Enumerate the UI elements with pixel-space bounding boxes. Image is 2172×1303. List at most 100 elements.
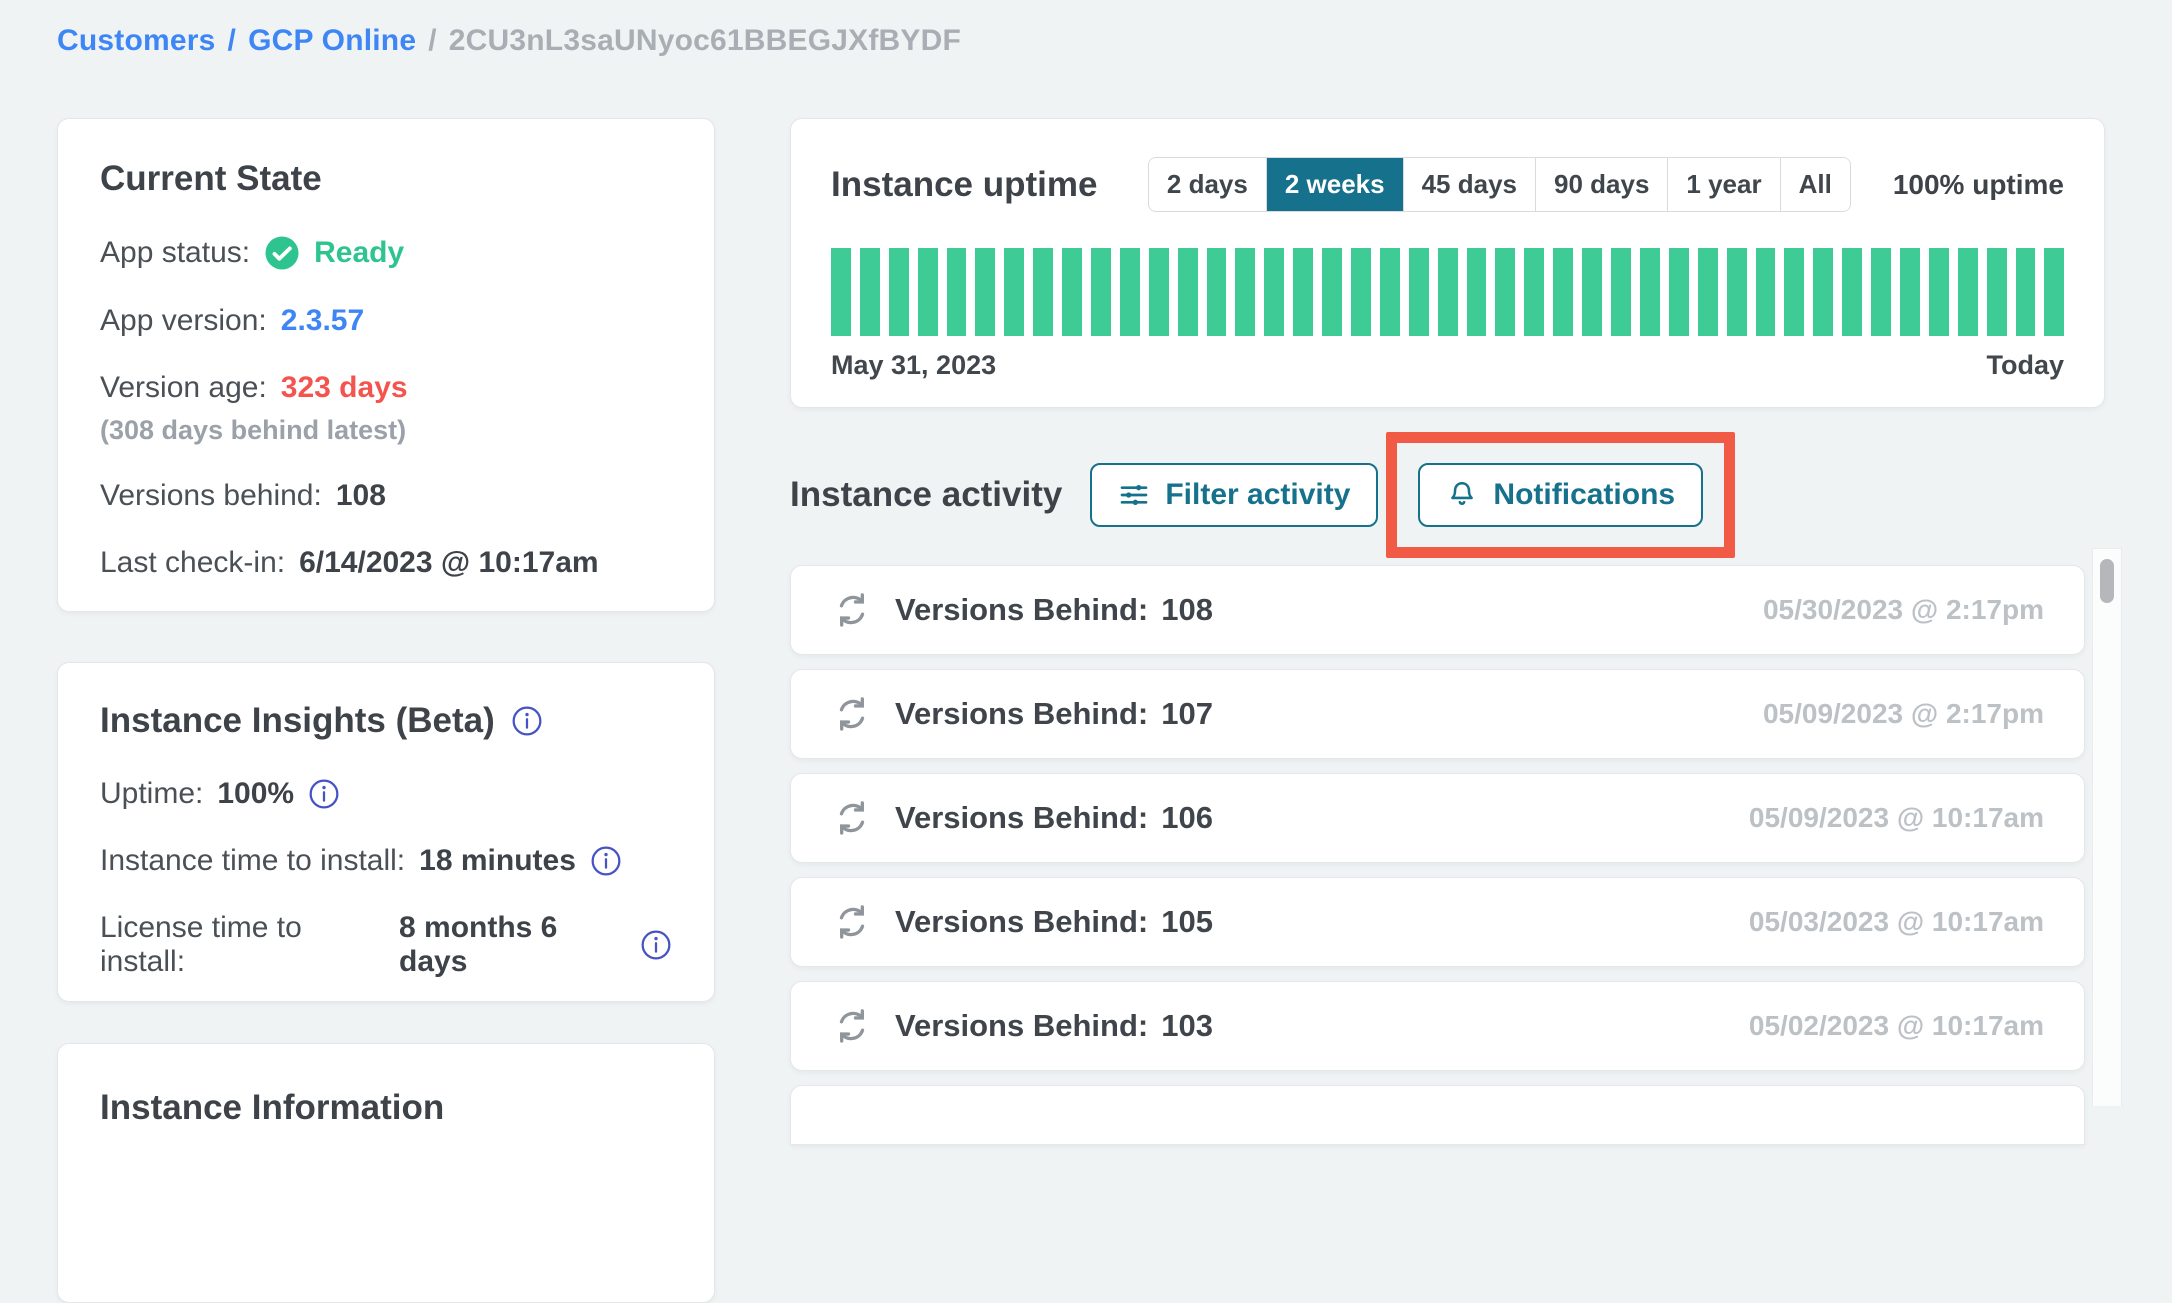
uptime-bar <box>1351 248 1371 336</box>
version-age-value: 323 days <box>281 371 408 405</box>
activity-row-value: 107 <box>1161 696 1213 732</box>
app-version-row: App version: 2.3.57 <box>100 304 672 338</box>
tab-90-days[interactable]: 90 days <box>1535 158 1667 211</box>
uptime-bar <box>1784 248 1804 336</box>
uptime-bar <box>1120 248 1140 336</box>
breadcrumb-customer-link[interactable]: GCP Online <box>248 24 416 58</box>
instance-insights-card: Instance Insights (Beta) Uptime: 100% In… <box>57 662 715 1002</box>
uptime-bar <box>1062 248 1082 336</box>
activity-scrollbar[interactable] <box>2092 548 2122 1106</box>
breadcrumb-separator: / <box>428 24 437 58</box>
versions-behind-label: Versions behind: <box>100 479 322 513</box>
uptime-label: Uptime: <box>100 777 203 811</box>
annotation-highlight: Notifications <box>1386 432 1735 558</box>
chart-end-label: Today <box>1986 350 2064 381</box>
uptime-bar <box>1669 248 1689 336</box>
activity-row[interactable]: Versions Behind: 103 05/02/2023 @ 10:17a… <box>790 981 2085 1071</box>
uptime-bar <box>1640 248 1660 336</box>
activity-row[interactable]: Versions Behind: 106 05/09/2023 @ 10:17a… <box>790 773 2085 863</box>
instance-insights-title: Instance Insights (Beta) <box>100 701 495 741</box>
uptime-bar <box>918 248 938 336</box>
uptime-bar <box>1293 248 1313 336</box>
instance-uptime-title: Instance uptime <box>831 165 1097 205</box>
info-icon[interactable] <box>511 705 543 737</box>
uptime-bar <box>860 248 880 336</box>
uptime-bar <box>1322 248 1342 336</box>
uptime-range-tabs: 2 days 2 weeks 45 days 90 days 1 year Al… <box>1148 157 1851 212</box>
versions-behind-value: 108 <box>336 479 386 513</box>
instance-install-label: Instance time to install: <box>100 844 405 878</box>
uptime-bar <box>2044 248 2064 336</box>
uptime-bar <box>1409 248 1429 336</box>
tab-all[interactable]: All <box>1780 158 1850 211</box>
uptime-bar <box>1698 248 1718 336</box>
app-version-value: 2.3.57 <box>281 304 364 338</box>
uptime-bar <box>1524 248 1544 336</box>
activity-row-timestamp: 05/09/2023 @ 10:17am <box>1749 802 2044 834</box>
uptime-bar <box>1727 248 1747 336</box>
breadcrumb: Customers / GCP Online / 2CU3nL3saUNyoc6… <box>57 24 961 58</box>
uptime-bar <box>1380 248 1400 336</box>
activity-row-label: Versions Behind: <box>895 592 1148 628</box>
sliders-icon <box>1118 479 1150 511</box>
notifications-button[interactable]: Notifications <box>1418 463 1703 527</box>
app-status-label: App status: <box>100 236 250 270</box>
tab-1-year[interactable]: 1 year <box>1667 158 1779 211</box>
activity-row[interactable]: Versions Behind: 108 05/30/2023 @ 2:17pm <box>790 565 2085 655</box>
chart-start-label: May 31, 2023 <box>831 350 996 381</box>
activity-row-timestamp: 05/30/2023 @ 2:17pm <box>1763 594 2044 626</box>
versions-behind-row: Versions behind: 108 <box>100 479 672 513</box>
uptime-bar <box>1842 248 1862 336</box>
license-install-value: 8 months 6 days <box>399 911 626 979</box>
uptime-bar <box>1033 248 1053 336</box>
info-icon[interactable] <box>590 845 622 877</box>
tab-2-weeks[interactable]: 2 weeks <box>1266 158 1403 211</box>
uptime-bar <box>1871 248 1891 336</box>
uptime-bar <box>947 248 967 336</box>
uptime-bar <box>1958 248 1978 336</box>
uptime-bar <box>831 248 851 336</box>
activity-row-label: Versions Behind: <box>895 904 1148 940</box>
uptime-bar <box>889 248 909 336</box>
uptime-bar <box>1611 248 1631 336</box>
tab-2-days[interactable]: 2 days <box>1149 158 1266 211</box>
version-age-note: (308 days behind latest) <box>100 415 672 446</box>
uptime-bar <box>1495 248 1515 336</box>
uptime-bar-chart <box>831 248 2064 336</box>
uptime-bar <box>2016 248 2036 336</box>
activity-row[interactable]: Versions Behind: 105 05/03/2023 @ 10:17a… <box>790 877 2085 967</box>
uptime-bar <box>1756 248 1776 336</box>
activity-row-partial[interactable] <box>790 1085 2085 1145</box>
instance-activity-header: Instance activity Filter activity Notifi… <box>790 437 2105 553</box>
license-install-label: License time to install: <box>100 911 385 979</box>
activity-scrollbar-thumb[interactable] <box>2100 559 2114 603</box>
breadcrumb-separator: / <box>228 24 237 58</box>
sync-icon <box>831 797 873 839</box>
activity-row[interactable]: Versions Behind: 107 05/09/2023 @ 2:17pm <box>790 669 2085 759</box>
activity-row-label: Versions Behind: <box>895 696 1148 732</box>
uptime-bar <box>1178 248 1198 336</box>
notifications-label: Notifications <box>1493 478 1675 512</box>
tab-45-days[interactable]: 45 days <box>1403 158 1535 211</box>
uptime-bar <box>1091 248 1111 336</box>
breadcrumb-customers-link[interactable]: Customers <box>57 24 216 58</box>
activity-row-label: Versions Behind: <box>895 1008 1148 1044</box>
info-icon[interactable] <box>640 929 672 961</box>
current-state-title: Current State <box>100 159 672 199</box>
uptime-bar <box>1900 248 1920 336</box>
uptime-bar <box>1929 248 1949 336</box>
uptime-bar <box>1987 248 2007 336</box>
current-state-card: Current State App status: Ready App vers… <box>57 118 715 612</box>
uptime-bar <box>1207 248 1227 336</box>
activity-row-timestamp: 05/09/2023 @ 2:17pm <box>1763 698 2044 730</box>
instance-information-title: Instance Information <box>100 1088 672 1128</box>
app-status-value: Ready <box>314 236 404 270</box>
uptime-bar <box>1467 248 1487 336</box>
uptime-bar <box>1582 248 1602 336</box>
filter-activity-button[interactable]: Filter activity <box>1090 463 1378 527</box>
license-install-row: License time to install: 8 months 6 days <box>100 911 672 979</box>
activity-row-value: 105 <box>1161 904 1213 940</box>
activity-row-label: Versions Behind: <box>895 800 1148 836</box>
info-icon[interactable] <box>308 778 340 810</box>
uptime-bar <box>1438 248 1458 336</box>
